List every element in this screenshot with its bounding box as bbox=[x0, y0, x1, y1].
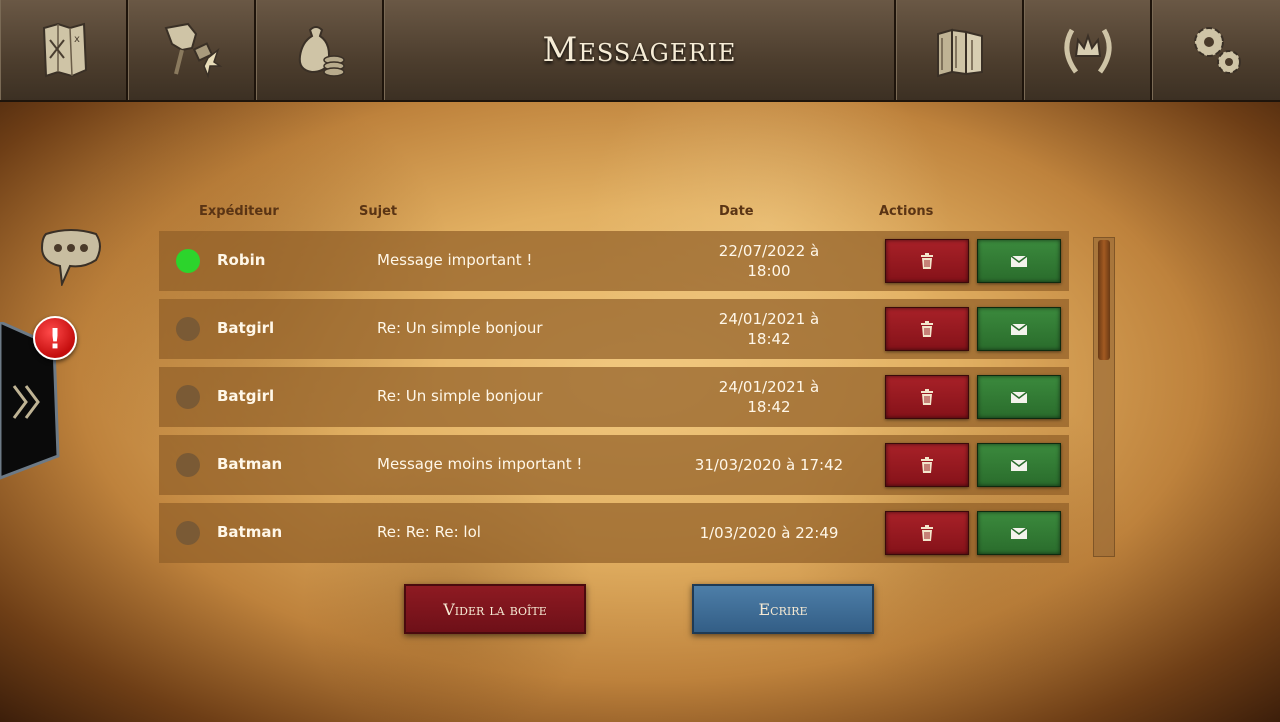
column-header-sender: Expéditeur bbox=[199, 204, 279, 219]
message-list: Robin Message important ! 22/07/2022 à 1… bbox=[159, 231, 1069, 571]
message-subject: Re: Un simple bonjour bbox=[377, 319, 543, 337]
delete-button[interactable] bbox=[885, 511, 969, 555]
sender-name: Batgirl bbox=[217, 319, 275, 337]
scrollbar-thumb[interactable] bbox=[1098, 240, 1110, 360]
column-header-actions: Actions bbox=[879, 204, 934, 219]
table-row[interactable]: Batman Re: Re: Re: lol 1/03/2020 à 22:49 bbox=[159, 503, 1069, 563]
message-date: 24/01/2021 à 18:42 bbox=[718, 378, 820, 416]
trash-icon bbox=[921, 389, 933, 405]
sender-name: Batman bbox=[217, 455, 283, 473]
message-date: 22/07/2022 à 18:00 bbox=[718, 242, 820, 280]
speech-bubble-icon[interactable] bbox=[38, 226, 104, 286]
map-icon: x bbox=[42, 22, 87, 78]
delete-button[interactable] bbox=[885, 307, 969, 351]
page-title: Messagerie bbox=[542, 30, 737, 70]
trash-icon bbox=[921, 253, 933, 269]
gears-icon bbox=[1193, 27, 1241, 74]
empty-inbox-button[interactable]: Vider la boîte bbox=[404, 584, 586, 634]
treasury-button[interactable] bbox=[256, 0, 384, 100]
reply-button[interactable] bbox=[977, 375, 1061, 419]
hammer-icon bbox=[164, 22, 222, 79]
reply-button[interactable] bbox=[977, 443, 1061, 487]
reply-button[interactable] bbox=[977, 239, 1061, 283]
table-row[interactable]: Batgirl Re: Un simple bonjour 24/01/2021… bbox=[159, 299, 1069, 359]
sender-name: Robin bbox=[217, 251, 266, 269]
books-icon bbox=[936, 28, 983, 78]
envelope-icon bbox=[1011, 527, 1027, 539]
message-subject: Message moins important ! bbox=[377, 455, 583, 473]
trash-icon bbox=[921, 457, 933, 473]
message-subject: Message important ! bbox=[377, 251, 533, 269]
write-message-button[interactable]: Ecrire bbox=[692, 584, 874, 634]
message-date: 24/01/2021 à 18:42 bbox=[718, 310, 820, 348]
treasure-bag-icon bbox=[298, 26, 345, 77]
column-header-subject: Sujet bbox=[359, 204, 398, 219]
unread-indicator bbox=[176, 249, 200, 273]
crown-laurel-icon bbox=[1063, 28, 1112, 74]
read-indicator bbox=[176, 317, 200, 341]
table-row[interactable]: Batgirl Re: Un simple bonjour 24/01/2021… bbox=[159, 367, 1069, 427]
title-plate: Messagerie bbox=[384, 0, 896, 100]
table-row[interactable]: Batman Message moins important ! 31/03/2… bbox=[159, 435, 1069, 495]
settings-button[interactable] bbox=[1152, 0, 1280, 100]
read-indicator bbox=[176, 521, 200, 545]
envelope-icon bbox=[1011, 391, 1027, 403]
delete-button[interactable] bbox=[885, 239, 969, 283]
map-button[interactable]: x bbox=[0, 0, 128, 100]
read-indicator bbox=[176, 453, 200, 477]
envelope-icon bbox=[1011, 459, 1027, 471]
message-date: 31/03/2020 à 17:42 bbox=[694, 456, 844, 474]
trash-icon bbox=[921, 525, 933, 541]
delete-button[interactable] bbox=[885, 443, 969, 487]
scrollbar[interactable] bbox=[1093, 237, 1115, 557]
message-subject: Re: Re: Re: lol bbox=[377, 523, 481, 541]
message-subject: Re: Un simple bonjour bbox=[377, 387, 543, 405]
delete-button[interactable] bbox=[885, 375, 969, 419]
alert-badge-icon[interactable]: ! bbox=[33, 316, 77, 360]
read-indicator bbox=[176, 385, 200, 409]
ranking-button[interactable] bbox=[1024, 0, 1152, 100]
column-header-date: Date bbox=[719, 204, 754, 219]
envelope-icon bbox=[1011, 255, 1027, 267]
table-row[interactable]: Robin Message important ! 22/07/2022 à 1… bbox=[159, 231, 1069, 291]
library-button[interactable] bbox=[896, 0, 1024, 100]
reply-button[interactable] bbox=[977, 511, 1061, 555]
sender-name: Batgirl bbox=[217, 387, 275, 405]
table-header: Expéditeur Sujet Date Actions bbox=[159, 204, 1069, 220]
envelope-icon bbox=[1011, 323, 1027, 335]
forge-button[interactable] bbox=[128, 0, 256, 100]
svg-text:x: x bbox=[74, 34, 80, 45]
reply-button[interactable] bbox=[977, 307, 1061, 351]
top-nav-bar: x Messagerie bbox=[0, 0, 1280, 102]
message-date: 1/03/2020 à 22:49 bbox=[699, 524, 839, 542]
sender-name: Batman bbox=[217, 523, 283, 541]
trash-icon bbox=[921, 321, 933, 337]
